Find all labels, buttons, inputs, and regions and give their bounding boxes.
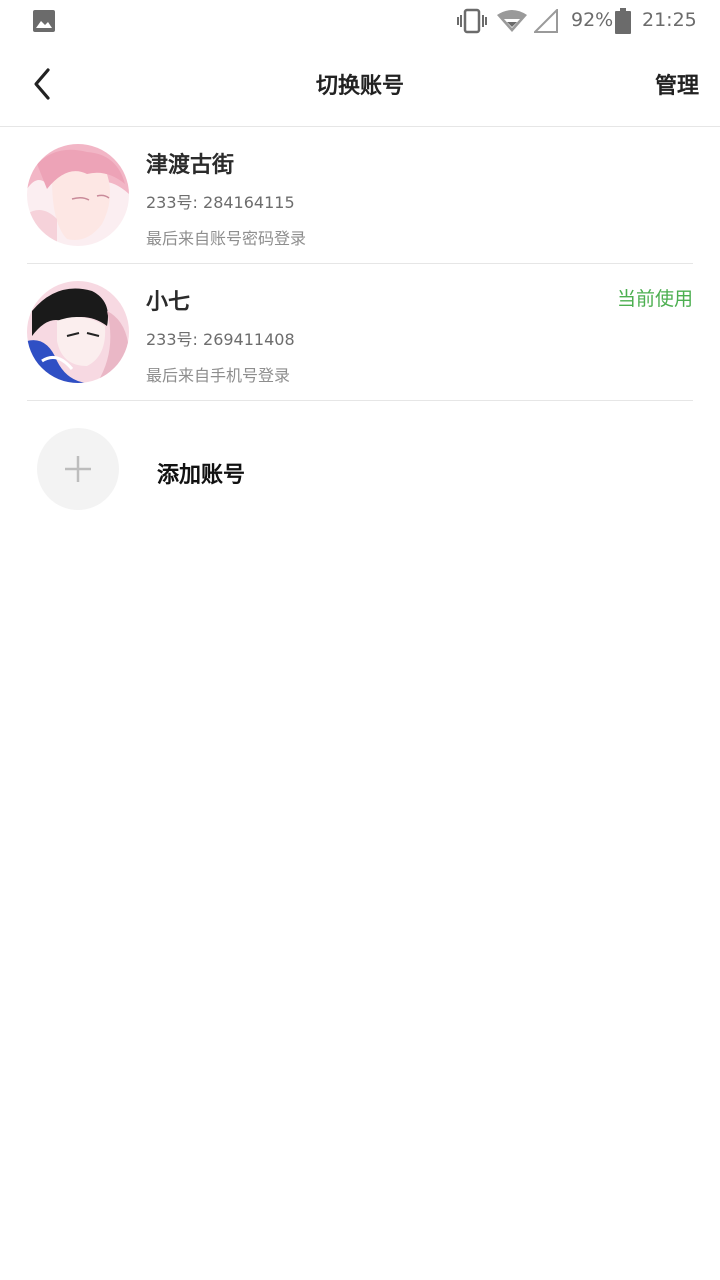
account-name: 小七: [146, 290, 191, 315]
avatar: [27, 281, 129, 383]
account-id: 233号: 284164115: [146, 193, 295, 212]
clock: 21:25: [642, 9, 697, 31]
plus-icon: [65, 456, 91, 482]
page-title: 切换账号: [315, 74, 404, 99]
account-item[interactable]: 津渡古街 233号: 284164115 最后来自账号密码登录: [27, 127, 693, 264]
manage-button[interactable]: 管理: [655, 68, 699, 100]
avatar-illustration: [27, 144, 129, 246]
add-account-button[interactable]: 添加账号: [27, 410, 693, 530]
vibrate-icon: [457, 8, 487, 34]
account-name: 津渡古街: [146, 153, 235, 178]
header: 切换账号 管理: [0, 42, 720, 127]
signal-icon: [534, 9, 558, 33]
battery-icon: [615, 8, 631, 34]
current-account-badge: 当前使用: [616, 288, 693, 310]
last-login-method: 最后来自手机号登录: [146, 366, 291, 385]
gallery-icon: [33, 10, 55, 32]
add-avatar-placeholder: [37, 428, 119, 510]
status-bar: 92% 21:25: [0, 0, 720, 42]
wifi-icon: [497, 10, 527, 32]
add-account-label: 添加账号: [157, 463, 246, 488]
avatar-illustration: [27, 281, 129, 383]
battery-percent: 92%: [571, 9, 614, 31]
avatar: [27, 144, 129, 246]
account-item[interactable]: 小七 当前使用 233号: 269411408 最后来自手机号登录: [27, 264, 693, 401]
account-id: 233号: 269411408: [146, 330, 295, 349]
switch-account-screen: 92% 21:25 切换账号 管理 津渡古街 233号: 284164115 最…: [0, 0, 720, 1280]
last-login-method: 最后来自账号密码登录: [146, 229, 307, 248]
